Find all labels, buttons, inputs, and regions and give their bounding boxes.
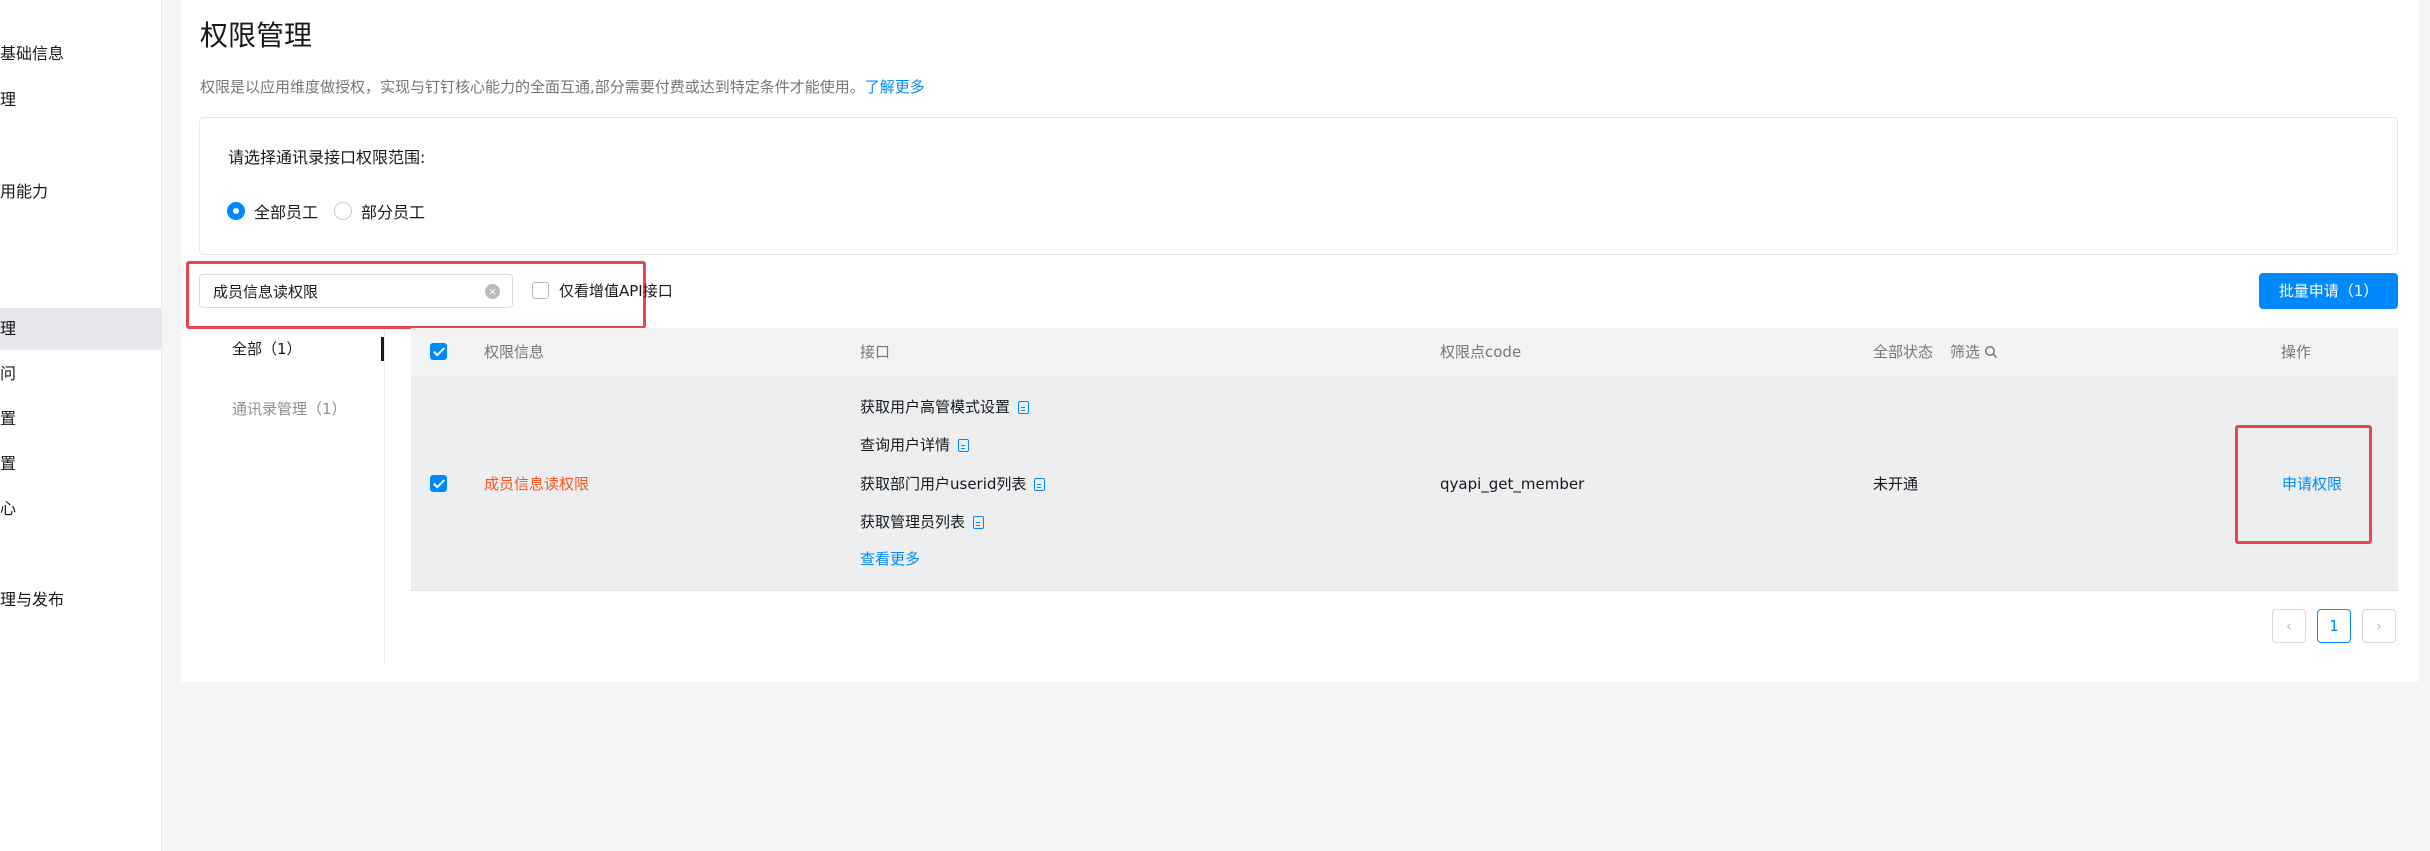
sidebar-item-manage[interactable]: 理 [0,79,161,121]
description-text: 权限是以应用维度做授权，实现与钉钉核心能力的全面互通,部分需要付费或达到特定条件… [200,78,865,96]
row-checkbox[interactable] [430,475,447,492]
search-icon [1985,346,1998,359]
sidebar-item-label: 理与发布 [0,590,65,609]
document-icon[interactable] [1018,400,1030,414]
sidebar-item-access[interactable]: 问 [0,353,161,395]
filter-label: 筛选 [1950,343,1981,361]
api-item: 获取管理员列表 [860,511,985,533]
radio-partial-staff[interactable]: 部分员工 [334,200,425,222]
sidebar-item-center[interactable]: 心 [0,488,161,530]
api-name: 获取用户高管模式设置 [860,398,1011,416]
th-code: 权限点code [1440,343,1522,361]
document-icon[interactable] [973,515,985,529]
sidebar-item-label: 理 [0,319,17,338]
category-all[interactable]: 全部（1） [232,338,302,360]
sidebar-item-publish[interactable]: 理与发布 [0,579,161,621]
category-contacts[interactable]: 通讯录管理（1） [232,398,347,420]
chevron-right-icon: › [2376,617,2382,635]
scope-panel [199,117,2398,255]
sidebar-item-label: 理 [0,90,17,109]
sidebar-item-permission-manage[interactable]: 理 [0,308,161,350]
batch-apply-button[interactable]: 批量申请（1） [2259,273,2398,309]
sidebar: 基础信息 理 用能力 理 问 置 置 心 理与发布 [0,0,162,851]
api-item: 查询用户详情 [860,434,970,456]
sidebar-item-label: 置 [0,454,17,473]
prev-page-button[interactable]: ‹ [2272,609,2306,643]
document-icon[interactable] [1034,477,1046,491]
th-filter[interactable]: 筛选 [1950,341,1998,363]
api-name: 获取部门用户userid列表 [860,475,1027,493]
sidebar-item-label: 基础信息 [0,44,65,63]
sidebar-item-settings-2[interactable]: 置 [0,443,161,485]
radio-all-staff[interactable]: 全部员工 [227,200,318,222]
learn-more-link[interactable]: 了解更多 [865,78,925,96]
sidebar-item-basic-info[interactable]: 基础信息 [0,33,161,75]
page-number-button[interactable]: 1 [2317,609,2351,643]
checkbox-icon [532,282,549,299]
highlight-box-apply [2235,425,2372,544]
sidebar-item-label: 用能力 [0,182,49,201]
scope-label: 请选择通讯录接口权限范围: [228,148,426,167]
radio-label: 部分员工 [361,203,426,222]
th-api: 接口 [860,343,891,361]
status-text: 未开通 [1873,475,1919,493]
table-header [411,328,2398,377]
chevron-left-icon: ‹ [2286,617,2292,635]
table-row [411,377,2398,591]
sidebar-item-settings-1[interactable]: 置 [0,398,161,440]
page-description: 权限是以应用维度做授权，实现与钉钉核心能力的全面互通,部分需要付费或达到特定条件… [200,76,925,98]
category-divider [384,330,385,665]
document-icon[interactable] [958,438,970,452]
only-paid-api-checkbox[interactable]: 仅看增值API接口 [532,280,673,301]
page-title: 权限管理 [200,19,313,52]
th-status: 全部状态 [1873,343,1934,361]
next-page-button[interactable]: › [2362,609,2396,643]
sidebar-item-label: 置 [0,409,17,428]
permission-name: 成员信息读权限 [484,475,590,493]
checkbox-label: 仅看增值API接口 [559,282,673,300]
api-item: 获取用户高管模式设置 [860,396,1030,418]
th-action: 操作 [2281,343,2312,361]
radio-unchecked-icon [334,202,352,220]
api-name: 获取管理员列表 [860,513,966,531]
sidebar-item-label: 心 [0,499,17,518]
permission-code: qyapi_get_member [1440,475,1585,493]
api-item: 获取部门用户userid列表 [860,473,1046,495]
sidebar-item-capability[interactable]: 用能力 [0,171,161,213]
category-active-indicator [381,337,384,361]
view-more-link[interactable]: 查看更多 [860,548,920,570]
th-permission-info: 权限信息 [484,343,545,361]
select-all-checkbox[interactable] [430,343,447,360]
radio-checked-icon [227,202,245,220]
sidebar-item-label: 问 [0,364,17,383]
api-name: 查询用户详情 [860,436,951,454]
radio-label: 全部员工 [254,203,319,222]
